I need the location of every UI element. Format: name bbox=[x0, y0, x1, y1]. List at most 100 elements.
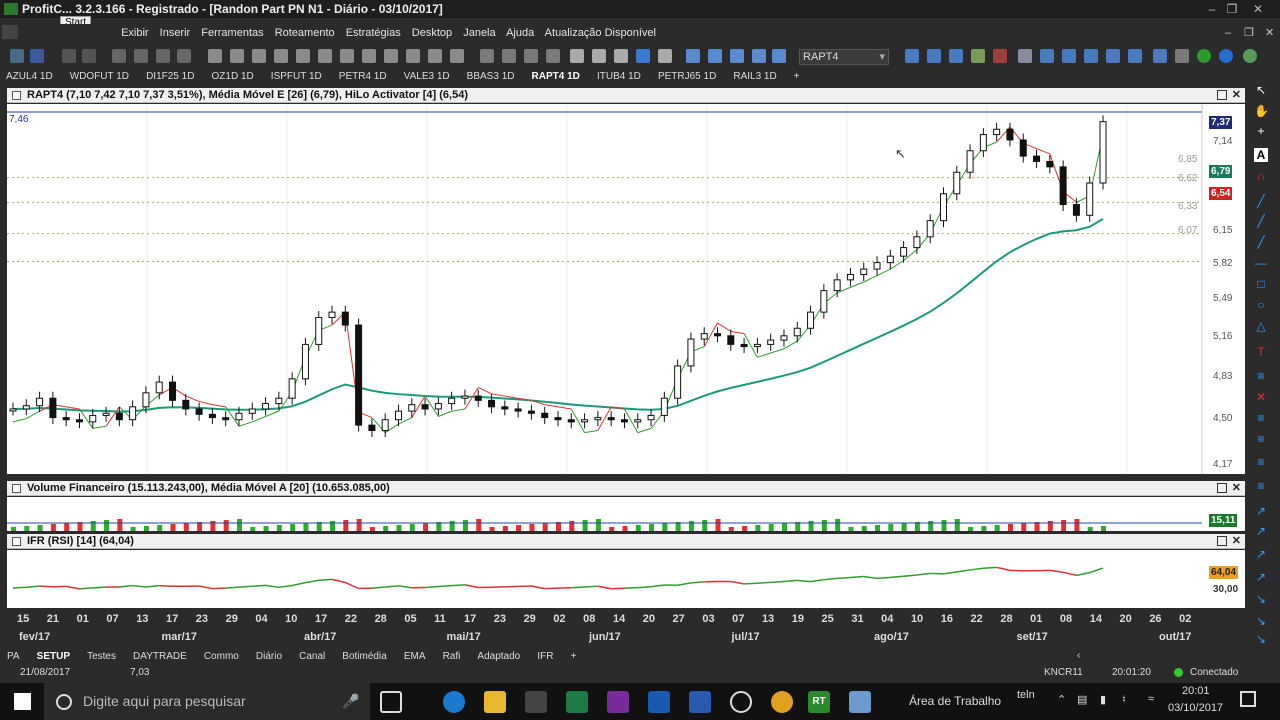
text-tool-icon[interactable] bbox=[524, 49, 538, 63]
profit-chart-icon[interactable] bbox=[849, 691, 871, 713]
area-style-icon[interactable] bbox=[636, 49, 650, 63]
maximize-pane-icon[interactable] bbox=[1217, 90, 1227, 100]
eraser-icon[interactable]: ↘ bbox=[1254, 632, 1268, 646]
add-sheet-icon[interactable]: + bbox=[570, 650, 576, 664]
zoom-in-icon[interactable] bbox=[686, 49, 700, 63]
pointer-icon[interactable]: ↖ bbox=[1254, 83, 1268, 97]
magnet-icon[interactable]: ∩ bbox=[1254, 169, 1268, 183]
menu-ajuda[interactable]: Ajuda bbox=[506, 27, 534, 39]
period-2-icon[interactable] bbox=[230, 49, 244, 63]
hline-icon[interactable]: — bbox=[1254, 256, 1268, 270]
times-trades-icon[interactable] bbox=[971, 49, 985, 63]
redo-icon[interactable] bbox=[82, 49, 96, 63]
triangle-icon[interactable]: △ bbox=[1254, 319, 1268, 333]
fibonacci-icon[interactable]: ≡ bbox=[1254, 369, 1268, 383]
outlook-icon[interactable] bbox=[648, 691, 670, 713]
sheet-tab-rafi[interactable]: Rafi bbox=[443, 650, 461, 664]
pitchfork-icon[interactable]: ≡ bbox=[1254, 479, 1268, 493]
menu-atualizacao[interactable]: Atualização Disponível bbox=[545, 27, 656, 39]
candle-style-icon[interactable] bbox=[570, 49, 584, 63]
sheet-tab-diario[interactable]: Diário bbox=[256, 650, 282, 664]
paste-icon[interactable] bbox=[156, 49, 170, 63]
desktop-label[interactable]: Área de Trabalho bbox=[909, 694, 1001, 708]
fib-time-icon[interactable]: ≡ bbox=[1254, 432, 1268, 446]
file-explorer-icon[interactable] bbox=[484, 691, 506, 713]
clock-date[interactable]: 03/10/2017 bbox=[1168, 702, 1223, 714]
taskbar-search-input[interactable]: Digite aqui para pesquisar 🎤 bbox=[44, 683, 370, 720]
line-tool-icon[interactable] bbox=[546, 49, 560, 63]
edge-icon[interactable] bbox=[443, 691, 465, 713]
power-icon[interactable] bbox=[1243, 49, 1257, 63]
chrome-icon[interactable] bbox=[771, 691, 793, 713]
add-tab-icon[interactable]: + bbox=[794, 69, 800, 84]
period-d-icon[interactable] bbox=[384, 49, 398, 63]
task-view-icon[interactable] bbox=[380, 691, 402, 713]
tab-oz1d[interactable]: OZ1D 1D bbox=[212, 69, 254, 84]
sheet-tab-ema[interactable]: EMA bbox=[404, 650, 426, 664]
crosshair-tool-icon[interactable] bbox=[502, 49, 516, 63]
pane-checkbox[interactable] bbox=[12, 537, 21, 546]
sheet-tab-pa[interactable]: PA bbox=[7, 650, 20, 664]
calendar-icon[interactable] bbox=[1084, 49, 1098, 63]
undo-icon[interactable] bbox=[62, 49, 76, 63]
period-5-icon[interactable] bbox=[296, 49, 310, 63]
sheet-tab-daytrade[interactable]: DAYTRADE bbox=[133, 650, 187, 664]
dollar-icon[interactable] bbox=[1197, 49, 1211, 63]
layout-icon[interactable] bbox=[772, 49, 786, 63]
asset-select[interactable]: RAPT4 ▾ bbox=[799, 49, 889, 65]
maximize-pane-icon[interactable] bbox=[1217, 536, 1227, 546]
tab-rapt4[interactable]: RAPT4 1D bbox=[532, 69, 580, 84]
gann-icon[interactable]: ≡ bbox=[1254, 455, 1268, 469]
mdi-minimize-icon[interactable]: – bbox=[1225, 24, 1231, 42]
sheet-tab-ifr[interactable]: IFR bbox=[537, 650, 553, 664]
media-icon[interactable] bbox=[730, 691, 752, 713]
window-grid-icon[interactable] bbox=[905, 49, 919, 63]
tab-di1f25[interactable]: DI1F25 1D bbox=[146, 69, 194, 84]
clock-time[interactable]: 20:01 bbox=[1182, 685, 1210, 697]
projection-icon[interactable]: ↗ bbox=[1254, 547, 1268, 561]
price-chart[interactable]: 7,46 7,14 6,85 6,62 6,33 6,15 6,07 5,82 … bbox=[7, 104, 1245, 474]
close-pane-icon[interactable]: ✕ bbox=[1232, 88, 1241, 103]
price-range-icon[interactable]: ↘ bbox=[1254, 592, 1268, 606]
menu-ferramentas[interactable]: Ferramentas bbox=[201, 27, 263, 39]
ruler-icon[interactable]: ↘ bbox=[1254, 614, 1268, 628]
news-icon[interactable] bbox=[1106, 49, 1120, 63]
tab-vale3[interactable]: VALE3 1D bbox=[404, 69, 450, 84]
sheet-tab-commo[interactable]: Commo bbox=[204, 650, 239, 664]
pane-checkbox[interactable] bbox=[12, 91, 21, 100]
delete-icon[interactable] bbox=[177, 49, 191, 63]
period-m-icon[interactable] bbox=[428, 49, 442, 63]
save-icon[interactable] bbox=[30, 49, 44, 63]
info-icon[interactable] bbox=[1219, 49, 1233, 63]
channel-icon[interactable]: ╱ bbox=[1254, 235, 1268, 249]
cut-icon[interactable] bbox=[112, 49, 126, 63]
notifications-icon[interactable] bbox=[1240, 691, 1256, 707]
word-icon[interactable] bbox=[689, 691, 711, 713]
zoom-reset-icon[interactable] bbox=[752, 49, 766, 63]
pane-checkbox[interactable] bbox=[12, 484, 21, 493]
sheet-tab-setup[interactable]: SETUP bbox=[37, 650, 70, 664]
rsi-chart[interactable]: 64,04 30,00 bbox=[7, 550, 1245, 608]
tab-bbas3[interactable]: BBAS3 1D bbox=[467, 69, 515, 84]
excel-icon[interactable] bbox=[566, 691, 588, 713]
menu-estrategias[interactable]: Estratégias bbox=[346, 27, 401, 39]
copy-icon[interactable] bbox=[134, 49, 148, 63]
arrow-icon[interactable]: ↗ bbox=[1254, 524, 1268, 538]
sheet-tab-testes[interactable]: Testes bbox=[87, 650, 116, 664]
tab-itub4[interactable]: ITUB4 1D bbox=[597, 69, 641, 84]
stack-icon[interactable] bbox=[1062, 49, 1076, 63]
tab-ispfut[interactable]: ISPFUT 1D bbox=[271, 69, 322, 84]
network-icon[interactable]: ▤ bbox=[1077, 693, 1087, 706]
period-y-icon[interactable] bbox=[450, 49, 464, 63]
menu-exibir[interactable]: Exibir bbox=[121, 27, 149, 39]
volume-icon[interactable]: ♮ bbox=[1122, 693, 1126, 706]
period-1-icon[interactable] bbox=[208, 49, 222, 63]
zoom-fit-icon[interactable] bbox=[730, 49, 744, 63]
cursor-tool-icon[interactable] bbox=[480, 49, 494, 63]
calculator-icon[interactable] bbox=[525, 691, 547, 713]
zoom-out-icon[interactable] bbox=[708, 49, 722, 63]
tab-petrj65[interactable]: PETRJ65 1D bbox=[658, 69, 716, 84]
windows-start-icon[interactable] bbox=[14, 693, 31, 710]
ellipse-icon[interactable]: ○ bbox=[1254, 298, 1268, 312]
database-icon[interactable] bbox=[1040, 49, 1054, 63]
